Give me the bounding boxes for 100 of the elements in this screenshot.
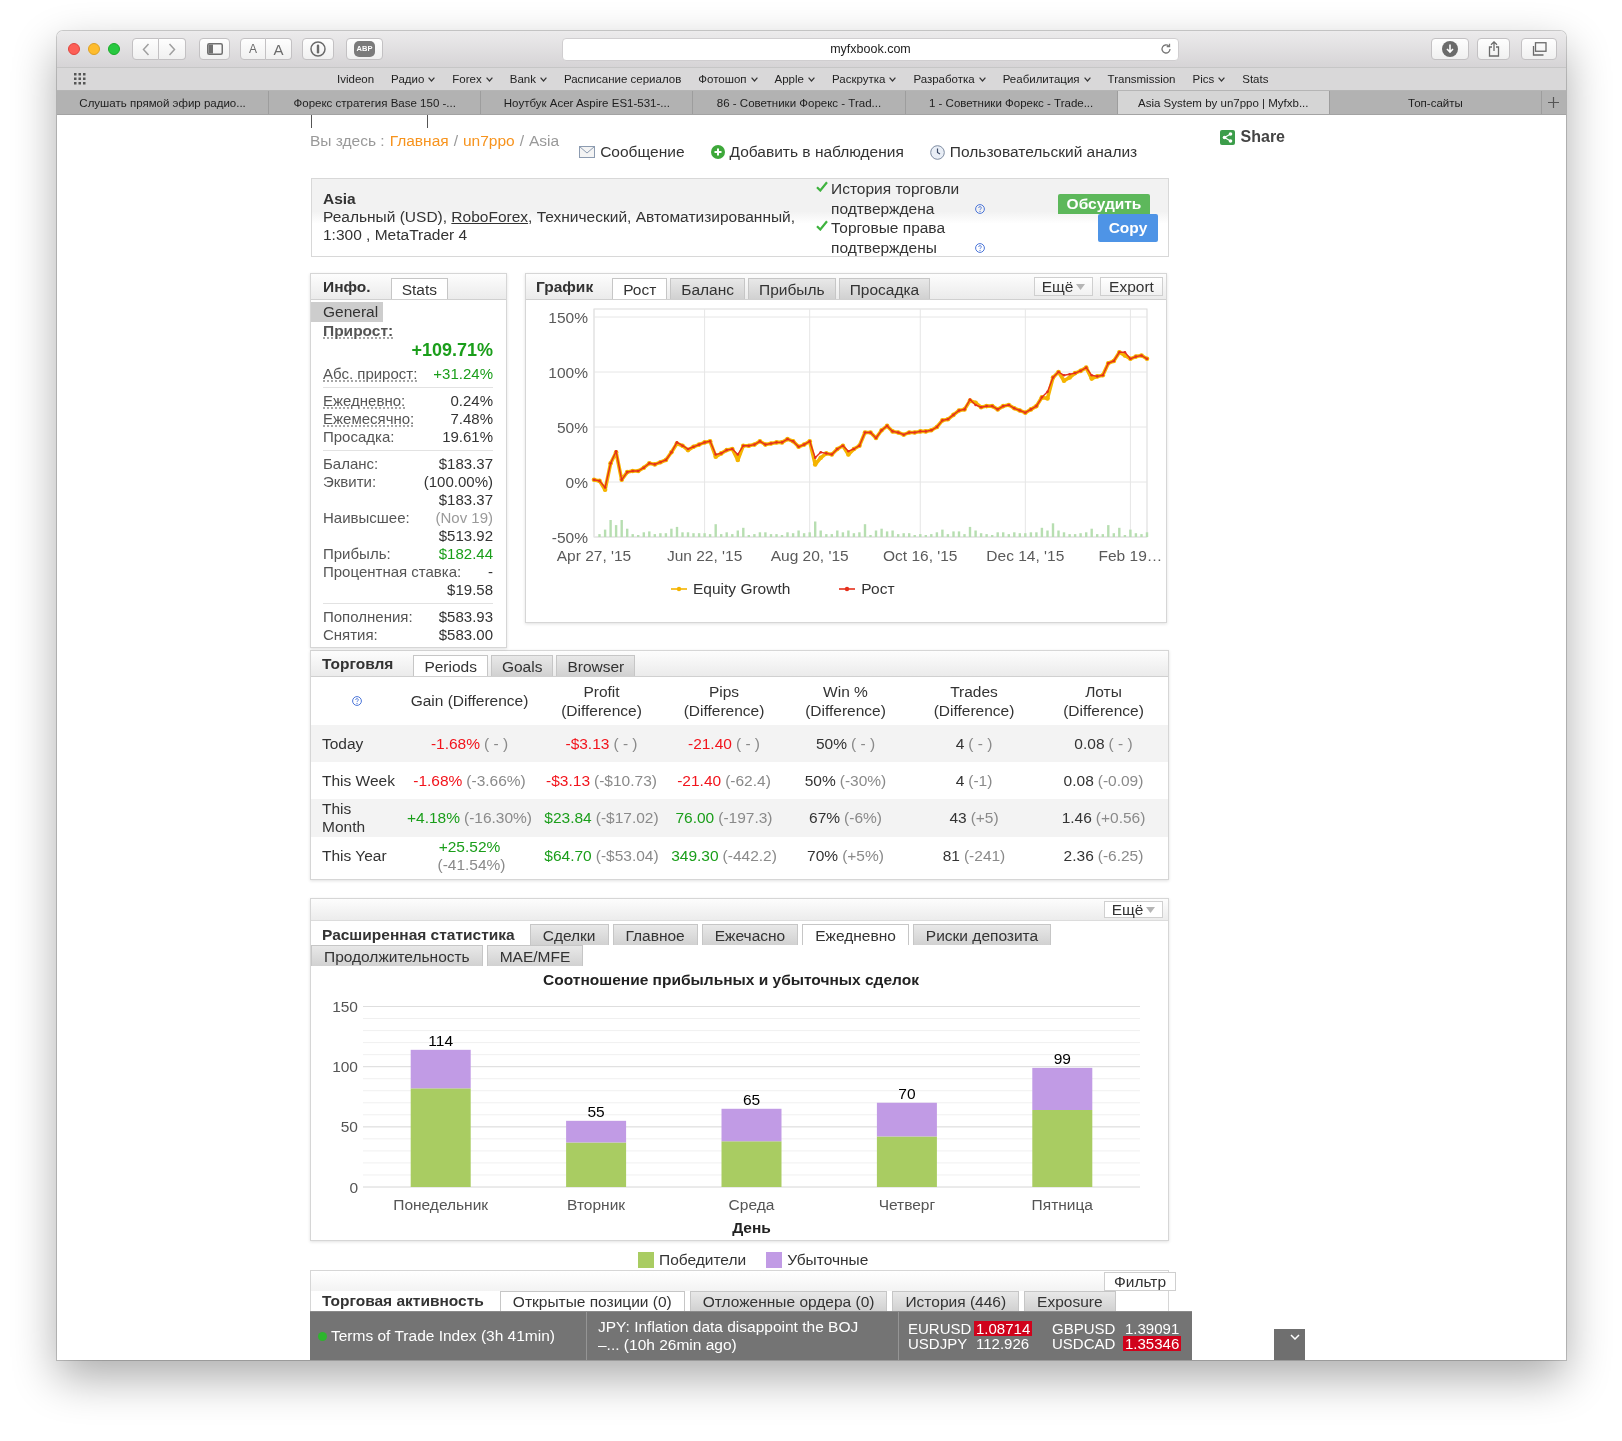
table-difference: (-1) bbox=[968, 771, 993, 790]
panel-title: Торговля bbox=[322, 654, 394, 674]
stat-value: $583.00 bbox=[438, 626, 493, 644]
table-value: 2.36 bbox=[1063, 847, 1094, 865]
currency-pair: GBPUSD bbox=[1051, 1321, 1117, 1336]
table-difference: ( - ) bbox=[850, 734, 876, 753]
quote-price: 112.926 bbox=[975, 1336, 1031, 1351]
table-value: 0.08 bbox=[1074, 734, 1105, 753]
bar-total-label: 99 bbox=[1053, 1049, 1071, 1067]
stat-value: $183.37 bbox=[438, 491, 493, 509]
axis-label: 50 bbox=[340, 1118, 358, 1136]
axis-label: Dec 14, '15 bbox=[986, 547, 1065, 564]
table-value: 349.30 bbox=[671, 847, 719, 865]
axis-label: 0% bbox=[565, 473, 588, 491]
stat-label: Ежемесячно: bbox=[323, 410, 415, 428]
gain-value: +109.71% bbox=[411, 340, 493, 360]
table-value: +25.52% bbox=[438, 838, 501, 856]
table-value: 70% bbox=[807, 847, 839, 865]
stat-label: Наивысшее: bbox=[323, 509, 410, 527]
category-label: Среда bbox=[728, 1196, 775, 1213]
table-value: 0.08 bbox=[1063, 771, 1094, 790]
column-header: Profit (Difference) bbox=[560, 681, 643, 721]
table-value: $64.70 bbox=[544, 847, 592, 865]
axis-label: 0 bbox=[349, 1178, 358, 1196]
column-header: Win % (Difference) bbox=[804, 681, 887, 721]
column-header: Pips (Difference) bbox=[682, 681, 766, 721]
bar-total-label: 65 bbox=[742, 1090, 761, 1108]
stat-label: Абс. прирост: bbox=[323, 365, 418, 383]
quote-price: 1.35346 bbox=[1123, 1336, 1182, 1351]
stat-value: (100.00%) bbox=[423, 473, 493, 491]
stat-value: 0.24% bbox=[450, 392, 493, 410]
table-value: 43 bbox=[949, 809, 967, 827]
legend-label: Рост bbox=[861, 579, 895, 599]
stat-value: (Nov 19) bbox=[435, 509, 493, 527]
table-value: 81 bbox=[942, 847, 960, 865]
category-label: Понедельник bbox=[393, 1196, 489, 1213]
table-difference: (-241) bbox=[963, 847, 1006, 865]
period-label: This Week bbox=[322, 771, 395, 789]
table-difference: (-6.25) bbox=[1097, 847, 1144, 865]
column-header: Gain (Difference) bbox=[410, 691, 529, 711]
axis-label: 150% bbox=[548, 308, 588, 326]
currency-pair: USDCAD bbox=[1051, 1336, 1117, 1351]
table-value: 50% bbox=[815, 734, 847, 753]
table-difference: (-3.66%) bbox=[466, 771, 526, 790]
table-value: 1.46 bbox=[1061, 809, 1092, 827]
stat-value: $583.93 bbox=[438, 608, 493, 626]
column-header: Лоты (Difference) bbox=[1062, 681, 1145, 721]
axis-label: Feb 19… bbox=[1098, 547, 1163, 564]
category-label: Вторник bbox=[567, 1196, 626, 1213]
axis-label: Aug 20, '15 bbox=[770, 547, 849, 564]
stat-label: Эквити: bbox=[323, 473, 377, 491]
breadcrumb-separator: / bbox=[519, 131, 524, 151]
category-label: Пятница bbox=[1031, 1196, 1093, 1213]
axis-label: 150 bbox=[332, 998, 358, 1015]
table-value: -1.68% bbox=[430, 734, 480, 753]
axis-label: Apr 27, '15 bbox=[556, 547, 632, 564]
panel-title: Торговая активность bbox=[322, 1291, 484, 1311]
stat-value: - bbox=[488, 563, 493, 581]
table-difference: (-6%) bbox=[844, 809, 882, 827]
stat-label: Процентная ставка: bbox=[323, 563, 462, 581]
table-value: -$3.13 bbox=[565, 734, 610, 753]
stat-label: Ежедневно: bbox=[323, 392, 406, 410]
table-difference: (-30%) bbox=[839, 771, 887, 790]
axis-label: Jun 22, '15 bbox=[666, 547, 743, 564]
table-difference: (-0.09) bbox=[1097, 771, 1144, 790]
table-value: -21.40 bbox=[687, 734, 732, 753]
stat-label: Прибыль: bbox=[323, 545, 391, 563]
bar-total-label: 55 bbox=[587, 1102, 605, 1120]
bar-total-label: 70 bbox=[898, 1084, 916, 1102]
axis-label: 100% bbox=[548, 363, 588, 381]
chart-title: Соотношение прибыльных и убыточных сделок bbox=[543, 971, 919, 988]
table-difference: (-62.4) bbox=[725, 771, 771, 790]
table-value: -21.40 bbox=[677, 771, 722, 790]
table-value: 50% bbox=[804, 771, 836, 790]
breadcrumb-separator: / bbox=[453, 131, 458, 151]
account-description: Реальный (USD), RoboForex, Технический, Автоматизированный, 1:300 , MetaTrader 4 bbox=[323, 208, 797, 244]
table-difference: ( - ) bbox=[735, 734, 761, 753]
axis-label: -50% bbox=[551, 528, 588, 546]
table-difference: (-442.2) bbox=[722, 847, 777, 865]
stat-value: $182.44 bbox=[438, 545, 493, 563]
axis-label: Oct 16, '15 bbox=[883, 547, 958, 564]
panel-title: График bbox=[536, 277, 594, 297]
table-difference: ( - ) bbox=[613, 734, 638, 753]
period-label: This Year bbox=[322, 847, 387, 864]
legend-label: Убыточные bbox=[787, 1251, 869, 1269]
legend-label: Победители bbox=[659, 1251, 747, 1269]
axis-label: 100 bbox=[332, 1058, 358, 1076]
table-difference: (-41.54%) bbox=[437, 856, 506, 874]
period-label: Today bbox=[322, 734, 364, 752]
verification-text: История торговли подтверждена bbox=[831, 179, 961, 218]
table-value: 4 bbox=[955, 734, 965, 753]
stat-value: 19.61% bbox=[442, 428, 493, 446]
stat-value: $19.58 bbox=[447, 581, 493, 599]
table-value: $23.84 bbox=[544, 809, 592, 827]
table-value: 76.00 bbox=[675, 809, 715, 827]
stat-label: Прирост: bbox=[323, 322, 394, 340]
table-difference: (+5) bbox=[970, 809, 999, 827]
table-difference: (-$10.73) bbox=[594, 771, 657, 790]
table-value: -$3.13 bbox=[546, 771, 590, 790]
table-difference: (+5%) bbox=[842, 847, 884, 865]
